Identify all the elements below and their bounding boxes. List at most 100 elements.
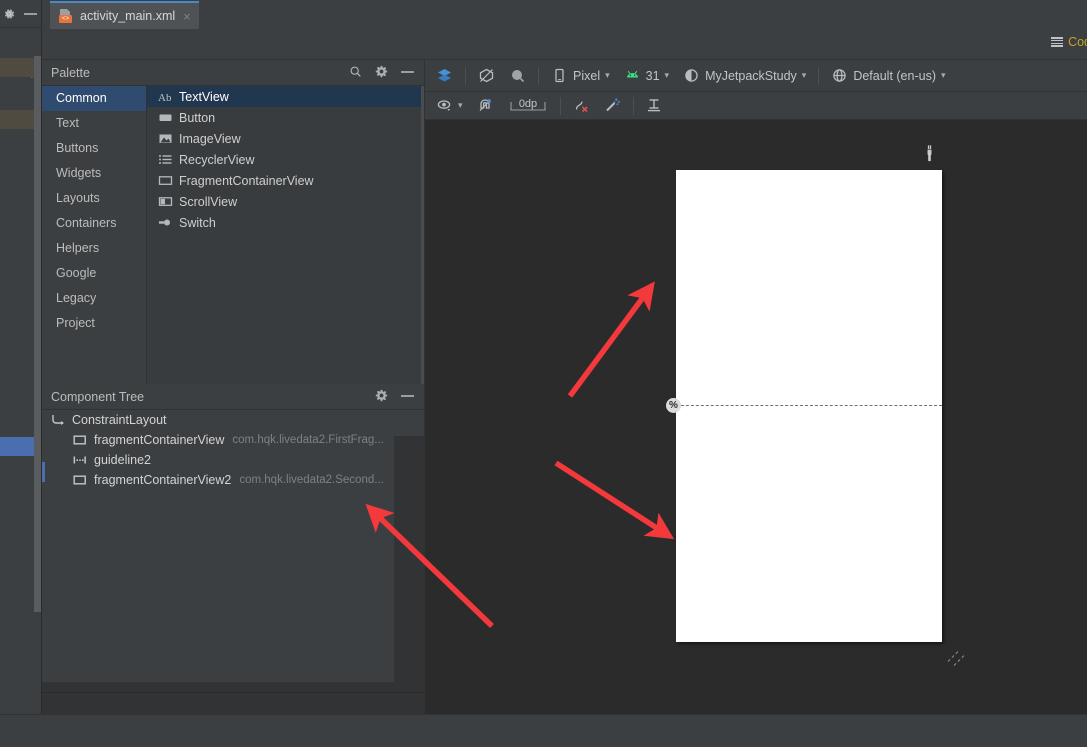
- tree-node-fragmentcontainerview2[interactable]: fragmentContainerView2 com.hqk.livedata2.…: [42, 470, 424, 490]
- toolbar-button-magnet-off[interactable]: [470, 94, 501, 118]
- clear-constraints-icon: [573, 97, 590, 114]
- code-view-toggle[interactable]: Cod: [1051, 35, 1087, 49]
- component-tree-panel: Component Tree ConstraintLayout fragmentC…: [42, 384, 424, 718]
- palette-item-scrollview[interactable]: ScrollView: [147, 191, 424, 212]
- toolbar-button-label: 31: [645, 68, 660, 83]
- blueprint-off-icon: [478, 67, 495, 84]
- component-tree-header: Component Tree: [42, 384, 424, 410]
- palette-item-fragmentcontainerview[interactable]: FragmentContainerView: [147, 170, 424, 191]
- theme-icon: [683, 67, 700, 84]
- editor-breadcrumb-bar: Cod: [42, 29, 1087, 60]
- resize-handle-icon[interactable]: [947, 648, 966, 666]
- minimize-icon[interactable]: [24, 13, 37, 15]
- tree-node-class: com.hqk.livedata2.Second...: [239, 474, 384, 486]
- switch-icon: [158, 216, 173, 229]
- view-icon: [72, 473, 88, 487]
- palette-item-switch[interactable]: Switch: [147, 212, 424, 233]
- palette-title: Palette: [51, 66, 90, 80]
- palette-item-button[interactable]: Button: [147, 107, 424, 128]
- palette-category-google[interactable]: Google: [42, 261, 146, 286]
- toolbar-button-pixel[interactable]: Pixel ▾: [544, 64, 617, 88]
- minimize-icon[interactable]: [401, 70, 414, 73]
- toolbar-button-31[interactable]: 31 ▾: [617, 64, 676, 88]
- design-toolbar-constraints: ▾ 0dp: [425, 92, 1087, 120]
- toolbar-button-0dp[interactable]: 0dp: [501, 94, 555, 118]
- chevron-down-icon[interactable]: ▾: [802, 70, 807, 81]
- component-tree-body[interactable]: ConstraintLayout fragmentContainerView com…: [42, 410, 424, 718]
- chevron-down-icon[interactable]: ▾: [941, 70, 946, 81]
- toolbar-button-orientation[interactable]: [502, 64, 533, 88]
- palette-category-widgets[interactable]: Widgets: [42, 161, 146, 186]
- palette-item-recyclerview[interactable]: RecyclerView: [147, 149, 424, 170]
- palette-category-label: Google: [56, 266, 97, 280]
- guideline-percent-handle[interactable]: %: [666, 398, 681, 413]
- palette-item-label: RecyclerView: [179, 152, 255, 167]
- view-options-eye-icon: [436, 97, 453, 114]
- palette-item-label: Button: [179, 110, 216, 125]
- tree-node-constraintlayout[interactable]: ConstraintLayout: [42, 410, 424, 430]
- horizontal-guideline[interactable]: [676, 405, 942, 406]
- palette-category-legacy[interactable]: Legacy: [42, 286, 146, 311]
- palette-category-containers[interactable]: Containers: [42, 211, 146, 236]
- design-toolbar-primary: Pixel ▾ 31 ▾ MyJetpackStudy ▾ Default (en-us) ▾: [425, 60, 1087, 92]
- gear-icon[interactable]: [375, 65, 388, 78]
- gear-icon[interactable]: [375, 389, 388, 402]
- toolbar-button-view-options-eye[interactable]: ▾: [429, 94, 470, 118]
- tree-node-name: guideline2: [94, 453, 151, 467]
- toolbar-button-myjetpackstudy[interactable]: MyJetpackStudy ▾: [676, 64, 813, 88]
- toolbar-button-default-en-us[interactable]: Default (en-us) ▾: [824, 64, 952, 88]
- fragmentcontainerview-icon: [158, 174, 173, 187]
- palette-category-common[interactable]: Common: [42, 86, 146, 111]
- toolbar-button-layers[interactable]: [429, 64, 460, 88]
- orientation-icon: [509, 67, 526, 84]
- palette-category-label: Project: [56, 316, 95, 330]
- tree-node-class: com.hqk.livedata2.FirstFrag...: [232, 434, 384, 446]
- palette-category-text[interactable]: Text: [42, 111, 146, 136]
- search-icon[interactable]: [349, 65, 362, 78]
- toolbar-separator: [818, 66, 820, 85]
- palette-item-label: ScrollView: [179, 194, 238, 209]
- minimize-icon[interactable]: [401, 394, 414, 397]
- palette-category-buttons[interactable]: Buttons: [42, 136, 146, 161]
- tree-node-guideline2[interactable]: guideline2: [42, 450, 424, 470]
- palette-category-layouts[interactable]: Layouts: [42, 186, 146, 211]
- chevron-down-icon[interactable]: ▾: [665, 70, 670, 81]
- design-canvas[interactable]: %: [425, 120, 1087, 747]
- toolbar-button-blueprint-off[interactable]: [471, 64, 502, 88]
- toolbar-button-infer-constraints[interactable]: [597, 94, 628, 118]
- tree-node-fragmentcontainerview[interactable]: fragmentContainerView com.hqk.livedata2.F…: [42, 430, 424, 450]
- toolbar-button-clear-constraints[interactable]: [566, 94, 597, 118]
- close-icon[interactable]: ×: [183, 10, 191, 23]
- gear-icon[interactable]: [2, 7, 16, 21]
- device-icon: [551, 67, 568, 84]
- palette-item-textview[interactable]: Ab TextView: [147, 86, 424, 107]
- view-icon: [72, 433, 88, 447]
- tab-activity-main-xml[interactable]: <> activity_main.xml ×: [50, 1, 199, 29]
- palette-item-label: FragmentContainerView: [179, 173, 314, 188]
- default-margin-icon: 0dp: [508, 97, 548, 114]
- tree-node-name: ConstraintLayout: [72, 413, 167, 427]
- device-preview[interactable]: [676, 170, 942, 642]
- toolbar-button-align-baseline[interactable]: [639, 94, 670, 118]
- toolbar-separator: [465, 66, 466, 85]
- palette-category-project[interactable]: Project: [42, 311, 146, 336]
- toolbar-separator: [538, 66, 539, 85]
- palette-category-label: Layouts: [56, 191, 100, 205]
- magnet-off-icon: [477, 97, 494, 114]
- palette-category-label: Containers: [56, 216, 117, 230]
- guideline-icon: [72, 453, 88, 467]
- palette-category-label: Widgets: [56, 166, 102, 180]
- chevron-down-icon[interactable]: ▾: [605, 70, 610, 81]
- palette-category-label: Buttons: [56, 141, 99, 155]
- scrollview-icon: [158, 195, 173, 208]
- wrench-icon[interactable]: [923, 145, 936, 162]
- palette-item-imageview[interactable]: ImageView: [147, 128, 424, 149]
- palette-category-helpers[interactable]: Helpers: [42, 236, 146, 261]
- project-panel-body[interactable]: ckStudy: [0, 28, 42, 735]
- palette-panel: Palette Common Text Buttons Widgets Layouts C…: [42, 60, 424, 384]
- palette-category-label: Common: [56, 91, 107, 105]
- chevron-down-icon[interactable]: ▾: [458, 100, 463, 111]
- locale-icon: [831, 67, 848, 84]
- palette-item-label: TextView: [179, 89, 229, 104]
- palette-header: Palette: [42, 60, 424, 86]
